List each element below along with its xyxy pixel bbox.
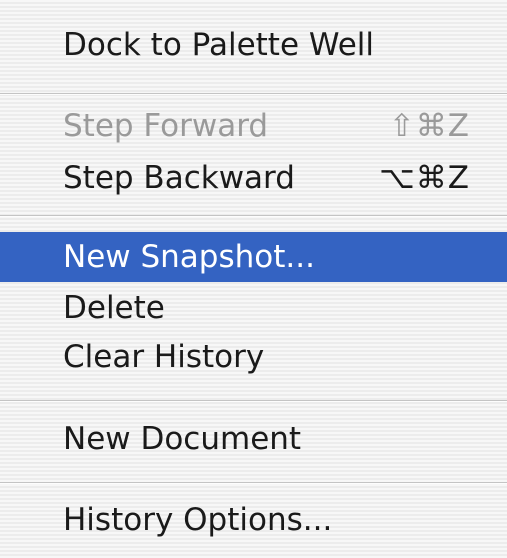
menu-separator xyxy=(0,215,507,217)
menu-item-new-snapshot[interactable]: New Snapshot... xyxy=(0,232,507,282)
menu-item-label: Step Forward xyxy=(63,108,269,144)
menu-separator xyxy=(0,482,507,484)
menu-item-step-forward[interactable]: Step Forward ⇧⌘Z xyxy=(0,101,507,151)
menu-separator xyxy=(0,93,507,95)
menu-item-clear-history[interactable]: Clear History xyxy=(0,332,507,382)
menu-item-delete[interactable]: Delete xyxy=(0,283,507,333)
menu-item-new-document[interactable]: New Document xyxy=(0,414,507,464)
menu-item-label: Clear History xyxy=(63,339,265,375)
menu-item-label: Dock to Palette Well xyxy=(63,27,375,63)
menu-item-label: History Options... xyxy=(63,502,333,538)
menu-separator xyxy=(0,400,507,402)
menu-item-step-backward[interactable]: Step Backward ⌥⌘Z xyxy=(0,153,507,203)
shift-command-z-shortcut: ⇧⌘Z xyxy=(388,108,470,144)
menu-item-label: New Document xyxy=(63,421,302,457)
menu-item-history-options[interactable]: History Options... xyxy=(0,495,507,545)
history-palette-menu: Dock to Palette Well Step Forward ⇧⌘Z St… xyxy=(0,0,507,558)
menu-item-label: Step Backward xyxy=(63,160,295,196)
option-command-z-shortcut: ⌥⌘Z xyxy=(379,160,470,196)
menu-item-label: New Snapshot... xyxy=(63,239,315,275)
menu-item-dock-to-palette-well[interactable]: Dock to Palette Well xyxy=(0,20,507,70)
menu-item-label: Delete xyxy=(63,290,165,326)
